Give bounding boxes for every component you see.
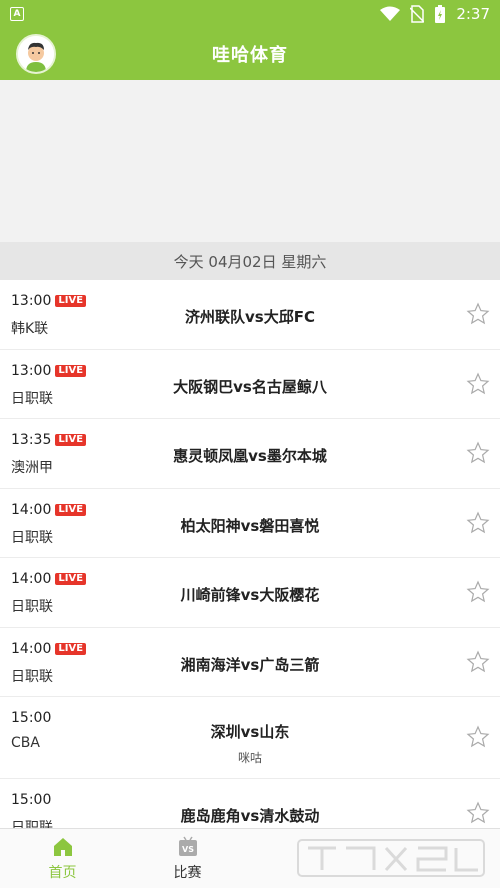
match-league: CBA bbox=[11, 735, 40, 751]
vs-icon: VS bbox=[178, 836, 197, 856]
broadcast-note: 咪咕 bbox=[237, 751, 262, 765]
star-icon[interactable] bbox=[466, 725, 490, 749]
wifi-icon bbox=[380, 6, 401, 21]
tab-label: 比赛 bbox=[173, 865, 202, 881]
banner-area[interactable] bbox=[0, 80, 500, 242]
app-title: 哇哈体育 bbox=[212, 45, 288, 66]
tab-home[interactable]: 首页 bbox=[0, 829, 125, 888]
star-icon[interactable] bbox=[466, 441, 490, 465]
avatar-icon bbox=[18, 36, 54, 72]
match-row[interactable]: 14:00 LIVE 日职联 湘南海洋vs广岛三箭 bbox=[0, 628, 500, 697]
star-icon[interactable] bbox=[466, 511, 490, 535]
match-league: 日职联 bbox=[11, 529, 53, 546]
match-league: 日职联 bbox=[11, 668, 53, 685]
star-icon[interactable] bbox=[466, 302, 490, 326]
match-teams: 济州联队vs大邱FC bbox=[185, 308, 315, 326]
match-teams: 大阪钢巴vs名古屋鲸八 bbox=[173, 377, 327, 396]
match-time: 15:00 bbox=[11, 710, 52, 726]
match-league: 日职联 bbox=[11, 820, 53, 828]
match-time: 13:00 bbox=[11, 293, 52, 309]
tab-label: 首页 bbox=[48, 865, 77, 881]
star-icon[interactable] bbox=[466, 650, 490, 674]
watermark-logo bbox=[297, 839, 485, 877]
match-teams: 柏太阳神vs磐田喜悦 bbox=[180, 516, 320, 535]
match-row[interactable]: 13:35 LIVE 澳洲甲 惠灵顿凤凰vs墨尔本城 bbox=[0, 419, 500, 489]
notification-app-icon: A bbox=[10, 7, 24, 21]
home-icon bbox=[53, 838, 72, 856]
app-header: 哇哈体育 bbox=[0, 28, 500, 80]
match-league: 韩K联 bbox=[11, 321, 49, 337]
svg-text:VS: VS bbox=[182, 845, 194, 854]
match-time: 13:00 bbox=[11, 362, 52, 379]
date-bar: 今天 04月02日 星期六 bbox=[0, 242, 500, 280]
match-time: 14:00 bbox=[11, 640, 52, 657]
status-bar: A 2:37 bbox=[0, 0, 500, 28]
tab-matches[interactable]: VS 比赛 bbox=[125, 829, 250, 888]
match-teams: 鹿岛鹿角vs清水鼓动 bbox=[180, 807, 320, 825]
star-icon[interactable] bbox=[466, 372, 490, 396]
match-teams: 川崎前锋vs大阪樱花 bbox=[180, 586, 320, 604]
match-list: 13:00 LIVE 韩K联 济州联队vs大邱FC 13:00 LIVE 日职联 大… bbox=[0, 280, 500, 828]
match-row[interactable]: 13:00 LIVE 韩K联 济州联队vs大邱FC bbox=[0, 280, 500, 350]
match-time: 13:35 bbox=[11, 432, 52, 448]
battery-charging-icon bbox=[435, 5, 446, 23]
match-row[interactable]: 15:00 日职联 鹿岛鹿角vs清水鼓动 bbox=[0, 779, 500, 828]
match-time: 14:00 bbox=[11, 571, 52, 587]
no-sim-icon bbox=[410, 5, 425, 23]
avatar[interactable] bbox=[16, 34, 56, 74]
status-time: 2:37 bbox=[456, 5, 490, 23]
bottom-tab-bar: 首页 VS 比赛 bbox=[0, 828, 500, 888]
star-icon[interactable] bbox=[466, 801, 490, 825]
match-time: 15:00 bbox=[11, 792, 52, 808]
match-league: 日职联 bbox=[11, 599, 53, 615]
match-teams: 惠灵顿凤凰vs墨尔本城 bbox=[173, 447, 327, 465]
match-row[interactable]: 14:00 LIVE 日职联 柏太阳神vs磐田喜悦 bbox=[0, 489, 500, 558]
match-league: 澳洲甲 bbox=[11, 460, 53, 476]
match-time: 14:00 bbox=[11, 501, 52, 518]
match-row[interactable]: 15:00 CBA 深圳vs山东 咪咕 bbox=[0, 697, 500, 779]
match-league: 日职联 bbox=[11, 390, 53, 407]
match-teams: 深圳vs山东 bbox=[210, 723, 290, 741]
star-icon[interactable] bbox=[466, 580, 490, 604]
match-teams: 湘南海洋vs广岛三箭 bbox=[180, 655, 320, 674]
match-row[interactable]: 14:00 LIVE 日职联 川崎前锋vs大阪樱花 bbox=[0, 558, 500, 628]
match-row[interactable]: 13:00 LIVE 日职联 大阪钢巴vs名古屋鲸八 bbox=[0, 350, 500, 419]
